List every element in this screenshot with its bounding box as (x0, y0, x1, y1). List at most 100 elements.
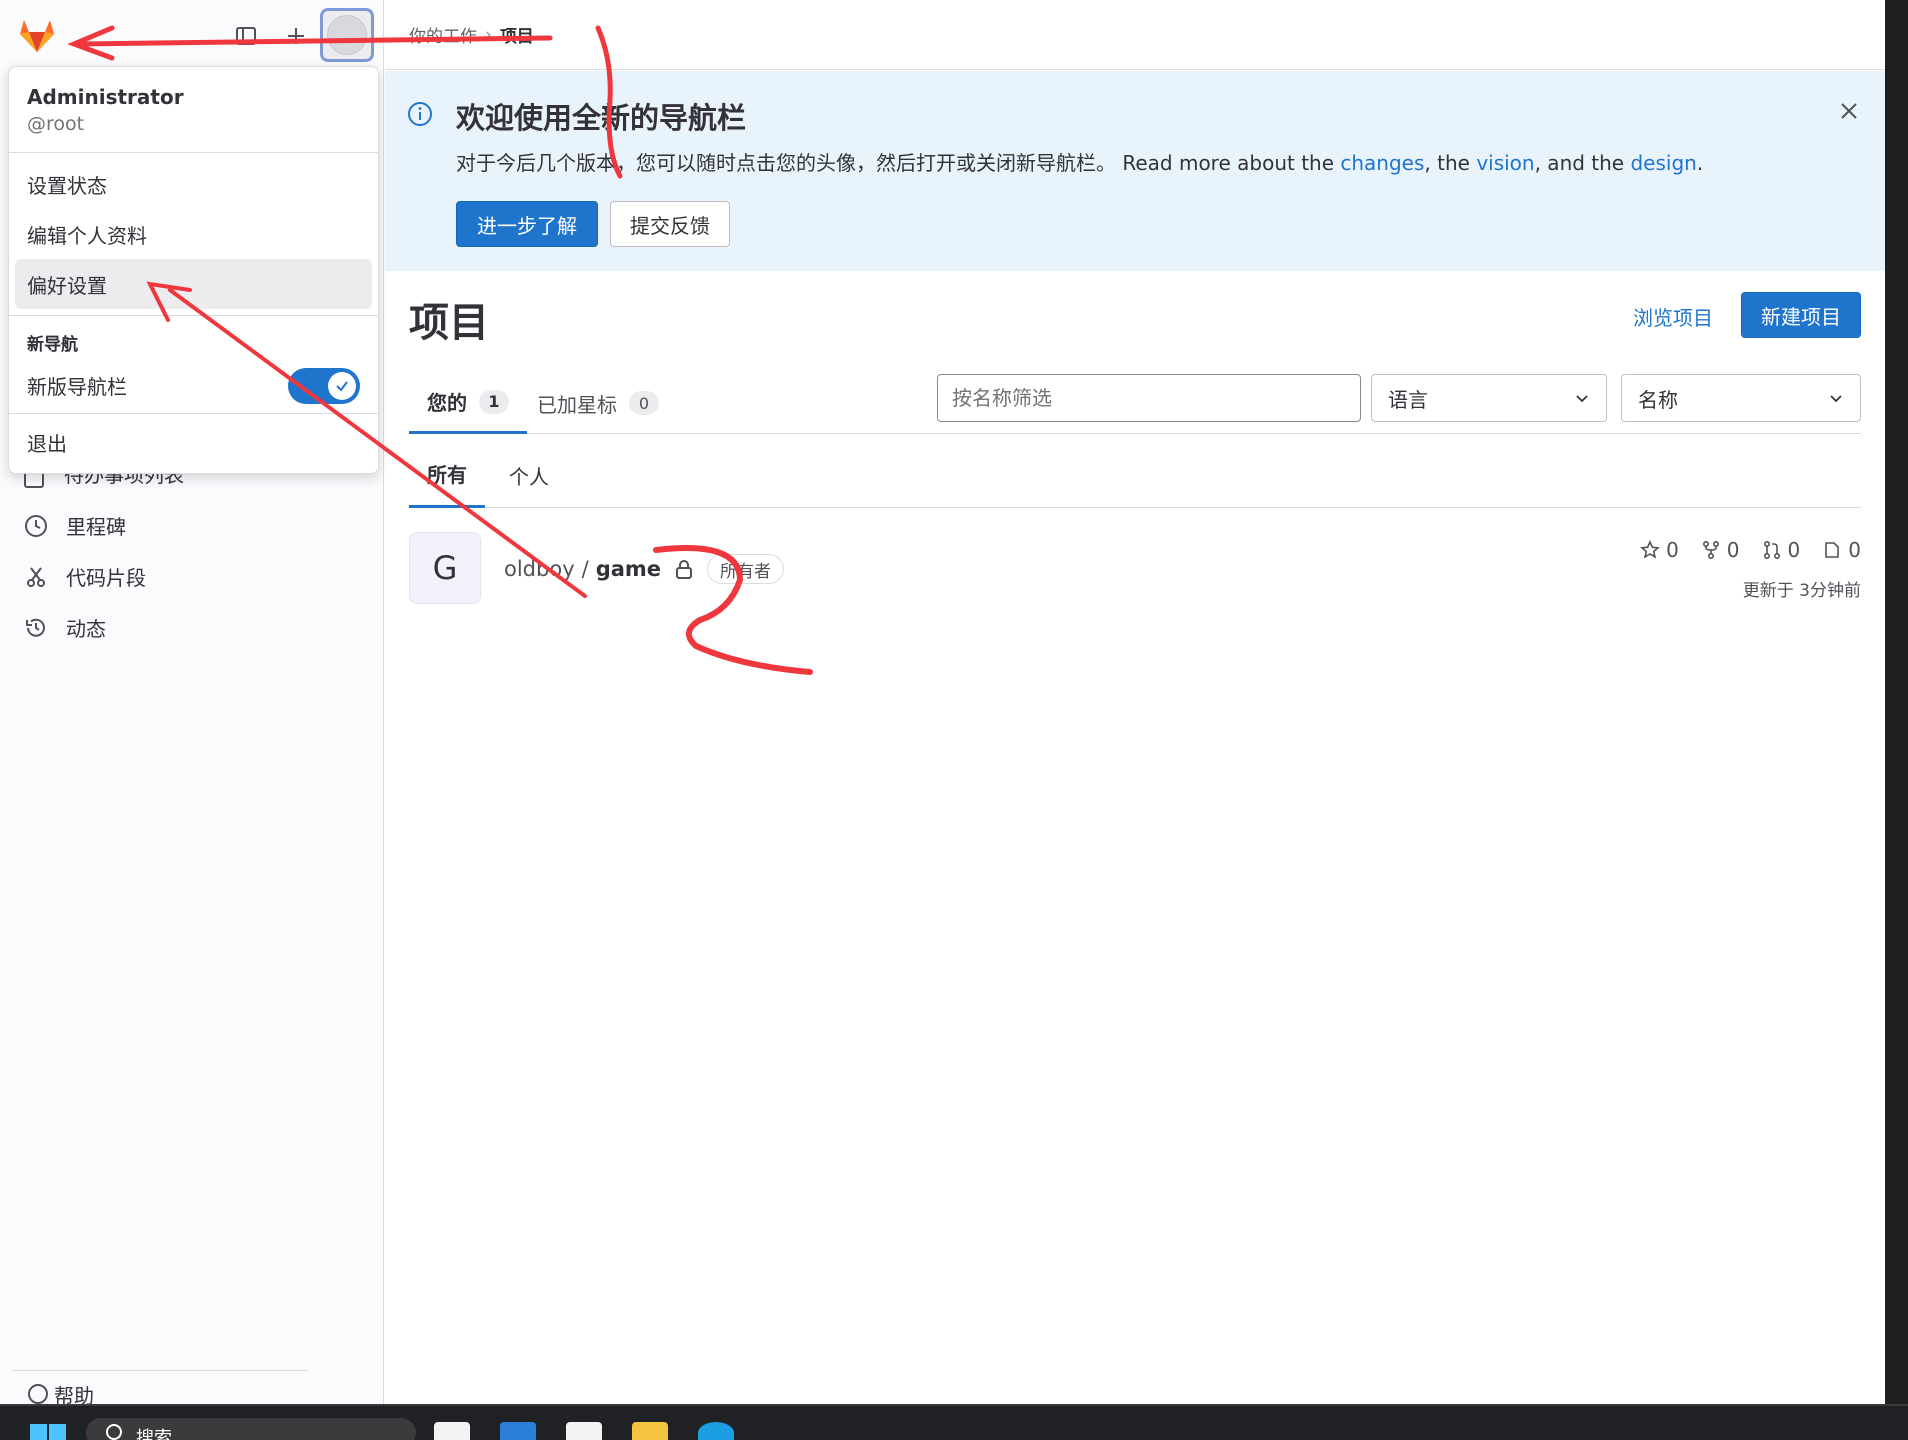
design-link[interactable]: design (1630, 151, 1696, 175)
learn-more-button[interactable]: 进一步了解 (456, 201, 598, 247)
page-title: 项目 (409, 300, 489, 346)
merge-requests-count[interactable]: 0 (1762, 538, 1801, 562)
sign-out-item[interactable]: 退出 (9, 414, 378, 470)
edit-profile-item[interactable]: 编辑个人资料 (15, 209, 372, 259)
sort-select-value: 名称 (1638, 387, 1678, 412)
taskbar-search-label: 搜索 (136, 1428, 172, 1440)
help-label: 帮助 (54, 1384, 94, 1404)
sidebar-nav: 里程碑 代码片段 动态 (12, 500, 372, 653)
project-namespace[interactable]: oldboy (504, 557, 575, 581)
typora-app-icon[interactable] (434, 1422, 470, 1440)
forks-count[interactable]: 0 (1701, 538, 1740, 562)
explore-projects-link[interactable]: 浏览项目 (1633, 302, 1713, 331)
tab-count-badge: 1 (479, 389, 509, 414)
give-feedback-button[interactable]: 提交反馈 (610, 201, 730, 247)
breadcrumb: 你的工作 › 项目 (385, 0, 1885, 70)
new-nav-toggle[interactable] (288, 368, 360, 404)
vision-link[interactable]: vision (1476, 151, 1534, 175)
main-content: 你的工作 › 项目 欢迎使用全新的导航栏 对于今后几个版本，您可以随时点击您的头… (385, 0, 1885, 1404)
snippet-icon (27, 566, 45, 587)
welcome-banner: 欢迎使用全新的导航栏 对于今后几个版本，您可以随时点击您的头像，然后打开或关闭新… (385, 71, 1885, 271)
search-icon (106, 1424, 122, 1440)
stat-value: 0 (1787, 538, 1801, 562)
create-new-button[interactable] (276, 16, 316, 56)
breadcrumb-separator: › (485, 24, 492, 45)
tab-yours[interactable]: 您的 1 (409, 372, 527, 434)
new-nav-title: 新导航 (27, 335, 78, 355)
project-title: oldboy / game 所有者 (504, 554, 785, 584)
lock-icon (676, 560, 693, 579)
user-info[interactable]: Administrator @root (9, 67, 378, 153)
xmind-app-icon[interactable] (566, 1422, 602, 1440)
stat-value: 0 (1848, 538, 1861, 562)
banner-text: , the (1424, 151, 1477, 175)
sidebar-item-label: 动态 (66, 617, 106, 641)
gitlab-logo-icon[interactable] (16, 14, 58, 56)
user-menu-list: 设置状态 编辑个人资料 偏好设置 (9, 153, 378, 316)
sidebar-toggle-icon (236, 27, 256, 45)
taskbar-search[interactable]: 搜索 (86, 1418, 416, 1440)
stat-value: 0 (1726, 538, 1740, 562)
issues-count[interactable]: 0 (1822, 538, 1861, 562)
sidebar-header (0, 0, 384, 70)
sidebar-divider (12, 1370, 308, 1371)
banner-text: 对于今后几个版本，您可以随时点击您的头像，然后打开或关闭新导航栏。 Read m… (456, 151, 1341, 175)
edge-browser-icon[interactable] (698, 1422, 734, 1440)
updated-time: 更新于 3分钟前 (1742, 581, 1861, 601)
issues-icon (1825, 542, 1840, 558)
user-menu-dropdown: Administrator @root 设置状态 编辑个人资料 偏好设置 新导航… (8, 66, 379, 474)
help-button[interactable]: 帮助 (28, 1384, 94, 1404)
vmware-app-icon[interactable] (500, 1422, 536, 1440)
info-icon (408, 102, 432, 126)
project-subtabs: 所有 个人 (409, 442, 1861, 508)
subtab-all[interactable]: 所有 (409, 442, 485, 508)
banner-title: 欢迎使用全新的导航栏 (456, 101, 747, 135)
sidebar-item-label: 代码片段 (66, 566, 146, 590)
filter-by-name-input[interactable] (937, 374, 1361, 422)
new-project-button[interactable]: 新建项目 (1741, 292, 1861, 338)
window-edge (1885, 0, 1908, 1404)
clock-icon (25, 514, 47, 537)
check-icon (336, 381, 348, 392)
breadcrumb-parent[interactable]: 你的工作 (409, 22, 477, 47)
windows-start-icon[interactable] (30, 1424, 66, 1440)
new-nav-section: 新导航 新版导航栏 (9, 316, 378, 414)
changes-link[interactable]: changes (1340, 151, 1424, 175)
user-avatar-button[interactable] (320, 8, 374, 62)
set-status-item[interactable]: 设置状态 (15, 159, 372, 209)
help-icon (28, 1384, 48, 1404)
os-taskbar: 搜索 (0, 1404, 1908, 1440)
sidebar-item-snippets[interactable]: 代码片段 (12, 551, 372, 602)
preferences-item[interactable]: 偏好设置 (15, 259, 372, 309)
sidebar-item-label: 里程碑 (66, 515, 126, 539)
project-avatar[interactable]: G (409, 532, 481, 604)
fork-icon (1702, 540, 1719, 560)
language-select[interactable]: 语言 (1371, 374, 1607, 422)
history-icon (26, 618, 45, 637)
user-name: Administrator (27, 85, 184, 109)
star-icon (1640, 540, 1661, 559)
banner-text: . (1696, 151, 1704, 175)
close-banner-button[interactable] (1835, 97, 1863, 125)
plus-icon (288, 28, 304, 44)
sidebar-item-milestones[interactable]: 里程碑 (12, 500, 372, 551)
chevron-down-icon (1576, 395, 1588, 403)
breadcrumb-current: 项目 (499, 27, 534, 47)
tab-count-badge: 0 (629, 391, 659, 415)
project-row: G oldboy / game 所有者 0 0 0 0 更新于 3分钟前 (409, 532, 1861, 612)
subtab-personal[interactable]: 个人 (491, 442, 567, 508)
stat-value: 0 (1666, 538, 1679, 562)
banner-text: , and the (1534, 151, 1631, 175)
sidebar-item-activity[interactable]: 动态 (12, 602, 372, 653)
sort-select[interactable]: 名称 (1621, 374, 1861, 422)
toggle-sidebar-button[interactable] (226, 16, 266, 56)
project-name-link[interactable]: game (596, 557, 661, 581)
file-explorer-icon[interactable] (632, 1422, 668, 1440)
tab-starred[interactable]: 已加星标 0 (519, 372, 677, 434)
stars-count[interactable]: 0 (1640, 538, 1679, 562)
banner-body: 对于今后几个版本，您可以随时点击您的头像，然后打开或关闭新导航栏。 Read m… (456, 147, 1703, 176)
merge-request-icon (1763, 540, 1780, 560)
close-icon (1841, 103, 1857, 119)
toggle-knob (328, 372, 356, 400)
tab-label: 已加星标 (537, 392, 617, 417)
